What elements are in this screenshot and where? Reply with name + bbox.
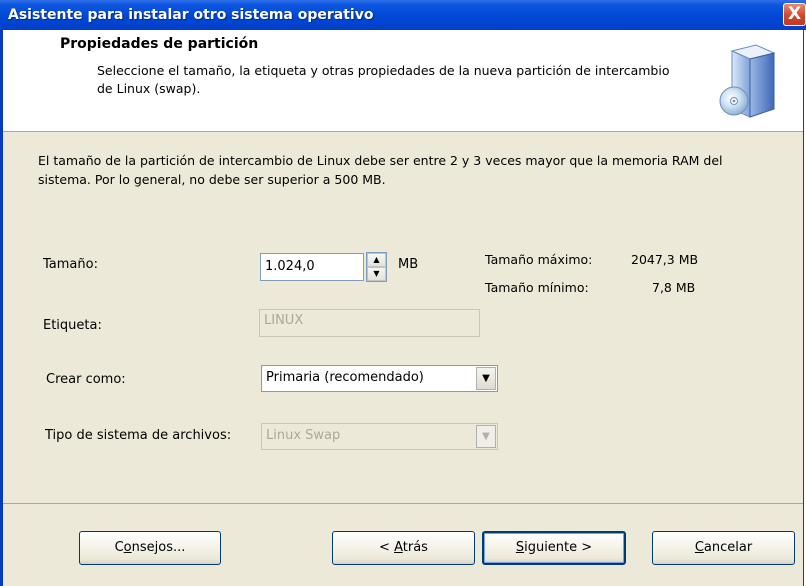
size-label: Tamaño:: [43, 257, 98, 272]
tips-label-post: nsejos...: [131, 540, 186, 555]
fs-type-value: Linux Swap: [266, 428, 341, 443]
max-size-value: 2047,3 MB: [631, 252, 699, 267]
spin-up-icon[interactable]: ▲: [367, 253, 386, 267]
size-spinner[interactable]: ▲ ▼: [366, 252, 387, 282]
create-as-label: Crear como:: [46, 372, 126, 387]
size-unit: MB: [398, 257, 419, 272]
page-subtitle: Seleccione el tamaño, la etiqueta y otra…: [97, 63, 670, 96]
close-button[interactable]: X: [783, 3, 806, 26]
back-label-accel: A: [394, 540, 403, 555]
tips-label-pre: C: [114, 540, 124, 555]
tag-input[interactable]: LINUX: [259, 309, 480, 337]
cancel-label-post: ancelar: [703, 540, 753, 555]
chevron-down-icon[interactable]: ▼: [476, 425, 496, 448]
size-input[interactable]: 1.024,0: [260, 253, 364, 281]
cancel-label-accel: C: [694, 540, 704, 555]
create-as-value: Primaria (recomendado): [266, 370, 424, 385]
size-value: 1.024,0: [265, 259, 315, 274]
window-title: Asistente para instalar otro sistema ope…: [8, 7, 374, 23]
tag-label: Etiqueta:: [43, 318, 102, 333]
next-label-accel: S: [515, 540, 525, 555]
back-label-post: trás: [402, 540, 428, 555]
min-size-label: Tamaño mínimo:: [485, 280, 589, 295]
tag-value: LINUX: [264, 313, 304, 328]
disk-drive-cd-icon: [719, 44, 776, 118]
next-button[interactable]: Siguiente >: [482, 531, 626, 565]
close-icon: X: [787, 4, 802, 24]
create-as-dropdown[interactable]: Primaria (recomendado) ▼: [261, 365, 498, 392]
spin-down-icon[interactable]: ▼: [367, 267, 386, 281]
description-text: El tamaño de la partición de intercambio…: [38, 153, 723, 187]
page-title: Propiedades de partición: [60, 36, 259, 52]
fs-type-label: Tipo de sistema de archivos:: [45, 428, 232, 443]
max-size-label: Tamaño máximo:: [485, 252, 593, 267]
back-button[interactable]: < Atrás: [332, 531, 475, 565]
min-size-value: 7,8 MB: [652, 280, 696, 295]
cancel-button[interactable]: Cancelar: [652, 531, 795, 565]
back-label-pre: <: [379, 540, 395, 555]
fs-type-dropdown[interactable]: Linux Swap ▼: [261, 423, 498, 450]
next-label-post: iguiente >: [524, 540, 593, 555]
title-bar[interactable]: Asistente para instalar otro sistema ope…: [0, 0, 806, 30]
tips-button[interactable]: Consejos...: [79, 531, 221, 565]
chevron-down-icon[interactable]: ▼: [476, 367, 496, 390]
tips-label-accel: o: [123, 540, 132, 555]
